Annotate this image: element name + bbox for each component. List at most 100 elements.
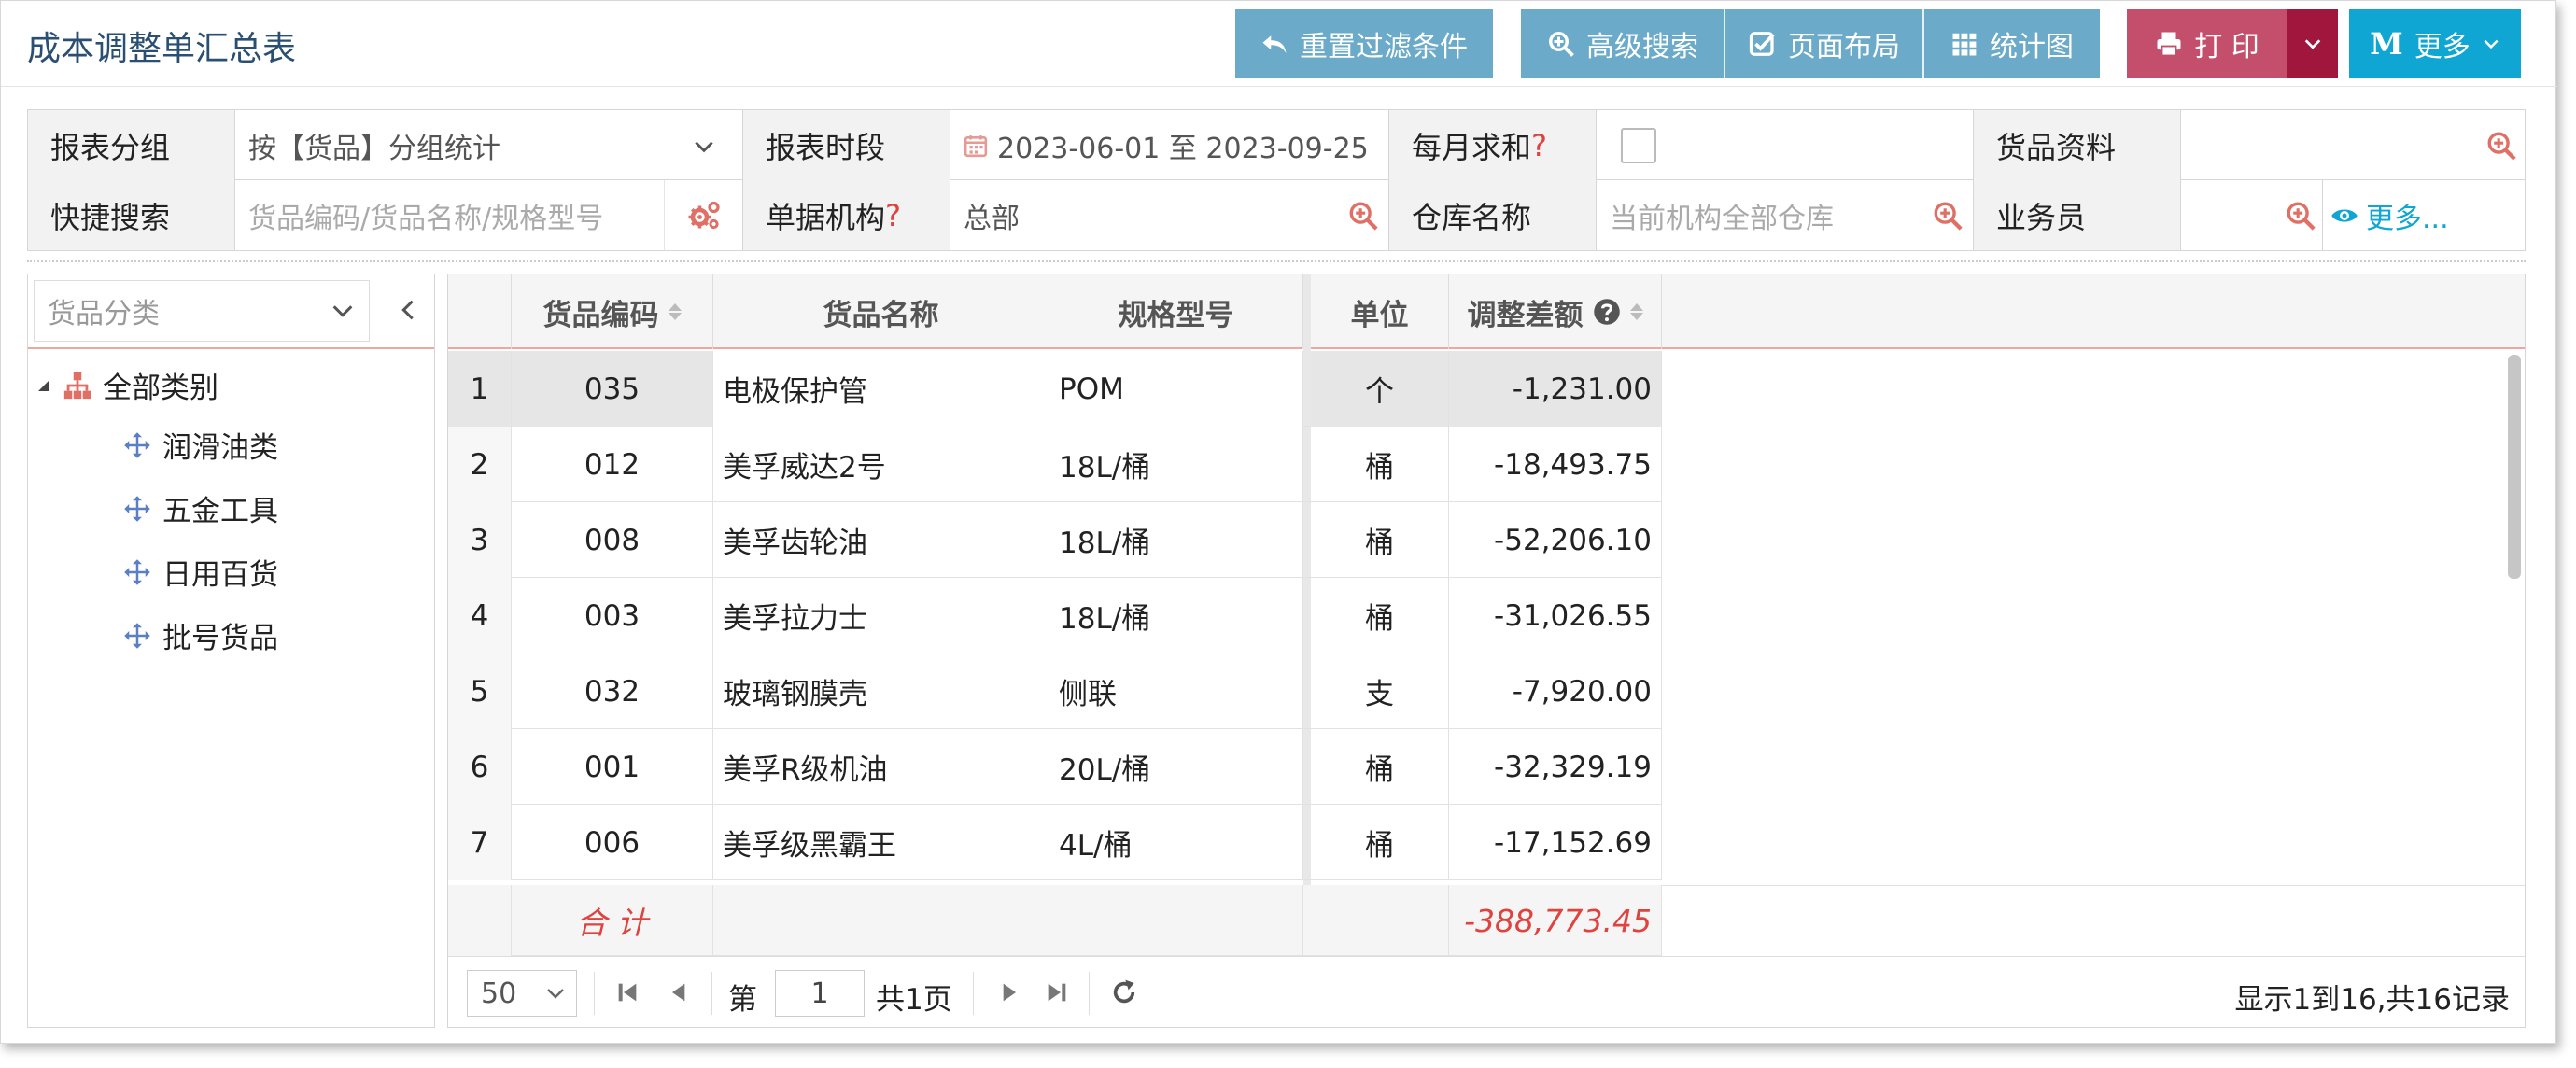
tree-root-label: 全部类别 bbox=[103, 372, 218, 405]
refresh-icon[interactable] bbox=[1109, 977, 1139, 1007]
sort-icon[interactable] bbox=[1629, 303, 1643, 320]
table-row[interactable]: 3 008 美孚齿轮油 18L/桶 桶 -52,206.10 bbox=[448, 502, 1662, 578]
collapse-left-icon[interactable] bbox=[395, 297, 421, 323]
zoom-in-icon[interactable] bbox=[2485, 130, 2517, 162]
column-header-label: 规格型号 bbox=[1118, 298, 1234, 332]
cell-spec: 侧联 bbox=[1049, 653, 1303, 729]
cell-unit: 支 bbox=[1311, 653, 1449, 729]
cell-diff: -18,493.75 bbox=[1449, 427, 1662, 502]
cell-unit: 桶 bbox=[1311, 578, 1449, 653]
category-select[interactable]: 货品分类 bbox=[34, 280, 370, 342]
cell-code: 001 bbox=[512, 729, 713, 805]
period-label: 报表时段 bbox=[743, 110, 950, 180]
cell-unit: 个 bbox=[1311, 351, 1449, 427]
column-header-diff[interactable]: 调整差额 bbox=[1449, 274, 1662, 349]
help-circle-icon[interactable] bbox=[1593, 298, 1621, 326]
period-field[interactable]: 2023-06-01 至 2023-09-25 bbox=[950, 110, 1389, 180]
more-filters-link[interactable]: 更多... bbox=[2323, 180, 2527, 250]
report-group-select[interactable]: 按【货品】分组统计 bbox=[235, 110, 743, 180]
doc-org-label: 单据机构? bbox=[743, 180, 950, 250]
column-header-name[interactable]: 货品名称 bbox=[713, 274, 1049, 349]
cell-unit: 桶 bbox=[1311, 427, 1449, 502]
quick-search-input[interactable]: 货品编码/货品名称/规格型号 bbox=[235, 180, 665, 250]
next-page-icon[interactable] bbox=[993, 977, 1023, 1007]
total-value: -388,773.45 bbox=[1449, 885, 1662, 956]
column-header-unit[interactable]: 单位 bbox=[1311, 274, 1449, 349]
filter-row: 报表分组 按【货品】分组统计 报表时段 2023-06-01 至 2023-09… bbox=[28, 110, 2525, 180]
print-button[interactable]: 打 印 bbox=[2127, 9, 2287, 78]
row-number: 6 bbox=[448, 729, 512, 805]
cell-code: 012 bbox=[512, 427, 713, 502]
column-header-code[interactable]: 货品编码 bbox=[512, 274, 713, 349]
pager-separator bbox=[1089, 972, 1090, 1015]
goods-info-field[interactable] bbox=[2181, 110, 2527, 180]
cell-spec: 20L/桶 bbox=[1049, 729, 1303, 805]
triangle-expanded-icon[interactable] bbox=[35, 377, 52, 394]
page-layout-button[interactable]: 页面布局 bbox=[1725, 9, 1923, 78]
tree-item[interactable]: 润滑油类 bbox=[123, 424, 278, 466]
tree-item[interactable]: 日用百货 bbox=[123, 551, 278, 593]
table-row[interactable]: 5 032 玻璃钢膜壳 侧联 支 -7,920.00 bbox=[448, 653, 1662, 729]
doc-org-field[interactable]: 总部 bbox=[950, 180, 1389, 250]
salesman-field[interactable] bbox=[2181, 180, 2323, 250]
chevron-down-icon bbox=[332, 305, 353, 317]
monthly-sum-cell bbox=[1597, 110, 1974, 180]
total-empty-cell bbox=[1311, 885, 1449, 956]
table-row[interactable]: 4 003 美孚拉力士 18L/桶 桶 -31,026.55 bbox=[448, 578, 1662, 653]
zoom-in-icon[interactable] bbox=[1932, 200, 1964, 232]
advanced-search-button[interactable]: 高级搜索 bbox=[1521, 9, 1724, 78]
total-row-filler bbox=[1662, 885, 2525, 956]
cell-spec: 18L/桶 bbox=[1049, 502, 1303, 578]
zoom-in-icon[interactable] bbox=[1347, 200, 1379, 232]
chart-button[interactable]: 统计图 bbox=[1924, 9, 2100, 78]
data-grid: 货品编码 货品名称 规格型号 单位 调整差额 1 035 电极保护管 POM 个… bbox=[447, 274, 2526, 1028]
warehouse-field[interactable]: 当前机构全部仓库 bbox=[1597, 180, 1974, 250]
report-group-value: 按【货品】分组统计 bbox=[248, 132, 500, 165]
table-row[interactable]: 2 012 美孚威达2号 18L/桶 桶 -18,493.75 bbox=[448, 427, 1662, 502]
pager-separator bbox=[711, 972, 712, 1015]
cell-diff: -17,152.69 bbox=[1449, 805, 1662, 880]
print-dropdown-button[interactable] bbox=[2287, 9, 2338, 78]
cell-diff: -7,920.00 bbox=[1449, 653, 1662, 729]
help-question-mark: ? bbox=[885, 197, 901, 233]
previous-page-icon[interactable] bbox=[665, 977, 695, 1007]
more-button[interactable]: M 更多 bbox=[2349, 9, 2521, 78]
category-tree-panel: 货品分类 全部类别 润滑油类 五金工具 日用百货 批号货品 bbox=[27, 274, 435, 1028]
last-page-icon[interactable] bbox=[1042, 977, 1072, 1007]
total-row-number bbox=[448, 885, 512, 956]
cell-unit: 桶 bbox=[1311, 729, 1449, 805]
monthly-sum-checkbox[interactable] bbox=[1621, 127, 1656, 163]
table-row[interactable]: 1 035 电极保护管 POM 个 -1,231.00 bbox=[448, 351, 1662, 427]
tree-root-node[interactable]: 全部类别 bbox=[35, 364, 218, 406]
more-filters-label: 更多... bbox=[2366, 202, 2449, 235]
cell-name: 美孚齿轮油 bbox=[713, 502, 1049, 578]
first-page-icon[interactable] bbox=[612, 977, 642, 1007]
zoom-in-icon[interactable] bbox=[2285, 200, 2316, 232]
cell-name: 美孚R级机油 bbox=[713, 729, 1049, 805]
cell-diff: -52,206.10 bbox=[1449, 502, 1662, 578]
more-label: 更多 bbox=[2414, 31, 2470, 63]
search-settings-button[interactable] bbox=[665, 180, 743, 250]
table-row[interactable]: 7 006 美孚级黑霸王 4L/桶 桶 -17,152.69 bbox=[448, 805, 1662, 880]
monthly-sum-label: 每月求和? bbox=[1389, 110, 1597, 180]
total-empty-cell bbox=[713, 885, 1049, 956]
move-icon bbox=[124, 431, 150, 458]
tree-header: 货品分类 bbox=[28, 274, 434, 349]
reset-filter-button[interactable]: 重置过滤条件 bbox=[1235, 9, 1493, 78]
table-row[interactable]: 6 001 美孚R级机油 20L/桶 桶 -32,329.19 bbox=[448, 729, 1662, 805]
page-size-select[interactable]: 50 bbox=[467, 970, 577, 1017]
tree-item[interactable]: 批号货品 bbox=[123, 614, 278, 656]
cell-name: 美孚级黑霸王 bbox=[713, 805, 1049, 880]
sort-icon[interactable] bbox=[668, 303, 682, 320]
current-page-input[interactable]: 1 bbox=[775, 970, 865, 1017]
total-empty-cell bbox=[1049, 885, 1303, 956]
tree-item-label: 日用百货 bbox=[162, 558, 278, 592]
print-label: 打 印 bbox=[2194, 31, 2259, 63]
quick-search-placeholder: 货品编码/货品名称/规格型号 bbox=[248, 202, 604, 235]
cell-name: 电极保护管 bbox=[713, 351, 1049, 427]
category-select-placeholder: 货品分类 bbox=[48, 298, 160, 330]
tree-item[interactable]: 五金工具 bbox=[123, 487, 278, 529]
warehouse-placeholder: 当前机构全部仓库 bbox=[1610, 202, 1834, 235]
column-header-spec[interactable]: 规格型号 bbox=[1049, 274, 1303, 349]
vertical-scrollbar[interactable] bbox=[2508, 355, 2521, 579]
